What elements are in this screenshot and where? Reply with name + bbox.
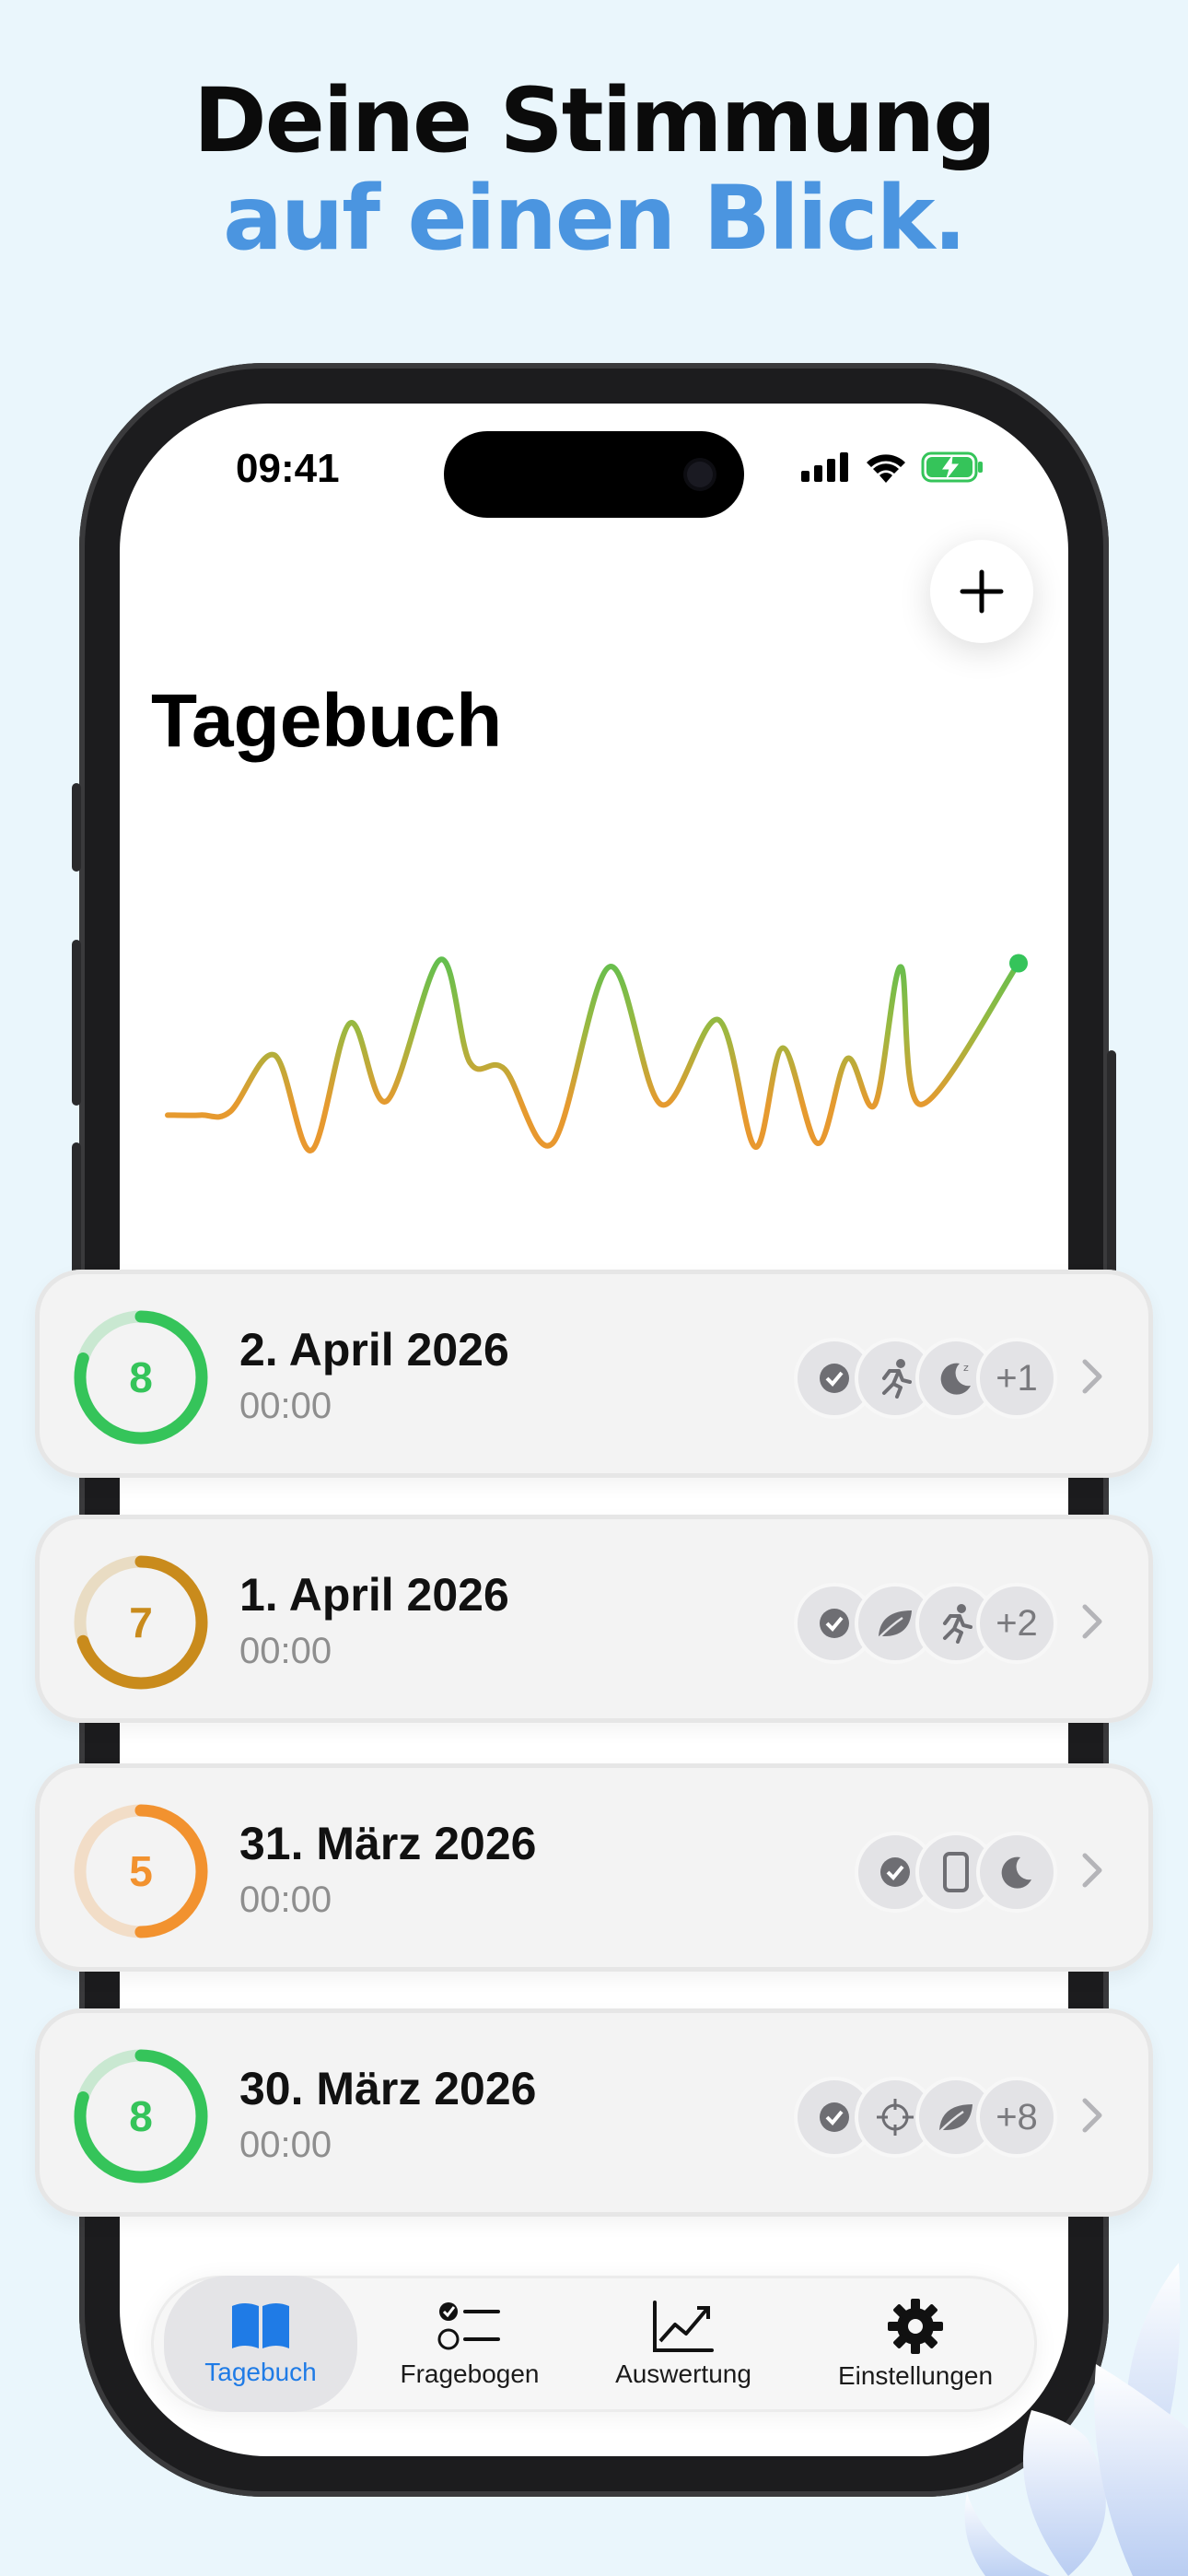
chevron-right-icon [1082,1604,1102,1639]
latest-point [1009,954,1028,973]
chevron-right-icon [1082,2098,1102,2133]
tab-fragebogen-label: Fragebogen [400,2359,540,2388]
mood-chart [165,954,1028,1153]
tab-fragebogen[interactable]: Fragebogen [378,2276,562,2412]
entry-date: 31. März 2026 [239,1818,537,1869]
diary-entry-card[interactable]: 7 1. April 2026 00:00 +2 [35,1515,1153,1723]
tab-auswertung-label: Auswertung [615,2359,751,2388]
entry-time: 00:00 [239,1631,332,1671]
tab-tagebuch-label: Tagebuch [204,2358,317,2386]
book-icon [232,2303,289,2348]
headline-line1: Deine Stimmung [193,69,996,172]
status-icons [801,451,985,483]
signal-icon [801,452,848,482]
more-badge: +8 [976,2077,1057,2158]
moon-icon [976,1832,1057,1913]
diary-entry-card[interactable]: 8 2. April 2026 00:00 +1 z [35,1270,1153,1478]
chevron-right-icon [1082,1853,1102,1888]
activity-badges: +1 z [794,1338,1057,1419]
tab-bar: Tagebuch Fragebogen Auswertung Einstellu… [151,2276,1037,2412]
entry-date: 2. April 2026 [239,1324,509,1376]
wifi-icon [867,454,905,483]
more-badge: +1 [976,1338,1057,1419]
phone-power-button [1107,1050,1116,1299]
page-title: Tagebuch [151,679,503,763]
activity-badges: +2 [794,1583,1057,1664]
svg-text:z: z [963,1362,969,1374]
plus-icon [960,569,1004,614]
entry-time: 00:00 [239,1386,332,1426]
activity-badges [855,1832,1057,1913]
dynamic-island [444,431,744,518]
headline-line2: auf einen Blick. [223,167,967,270]
diary-entry-card[interactable]: 8 30. März 2026 00:00 +8 [35,2008,1153,2217]
marketing-headline: Deine Stimmung auf einen Blick. [0,72,1188,267]
tab-tagebuch[interactable]: Tagebuch [164,2276,357,2412]
activity-badges: +8 [794,2077,1057,2158]
add-entry-button[interactable] [930,540,1033,643]
chart-icon [653,2301,714,2352]
tab-auswertung[interactable]: Auswertung [582,2276,785,2412]
more-badge: +2 [976,1583,1057,1664]
camera-icon [687,462,713,487]
mood-score: 7 [129,1598,153,1646]
mood-score: 8 [129,1353,153,1401]
gear-icon [888,2299,943,2354]
entry-time: 00:00 [239,2125,332,2165]
entry-date: 30. März 2026 [239,2063,537,2114]
chevron-right-icon [1082,1359,1102,1394]
entry-date: 1. April 2026 [239,1569,509,1621]
mood-line [165,956,1021,1153]
entry-time: 00:00 [239,1879,332,1920]
status-time: 09:41 [236,446,340,491]
mood-score: 5 [129,1847,153,1895]
phone-side-button [72,783,81,872]
mood-score: 8 [129,2092,153,2140]
checklist-icon [437,2302,500,2350]
diary-entry-card[interactable]: 5 31. März 2026 00:00 [35,1763,1153,1972]
lotus-decoration [964,2263,1188,2576]
phone-volume-up [72,940,81,1106]
battery-charging-icon [921,451,983,483]
